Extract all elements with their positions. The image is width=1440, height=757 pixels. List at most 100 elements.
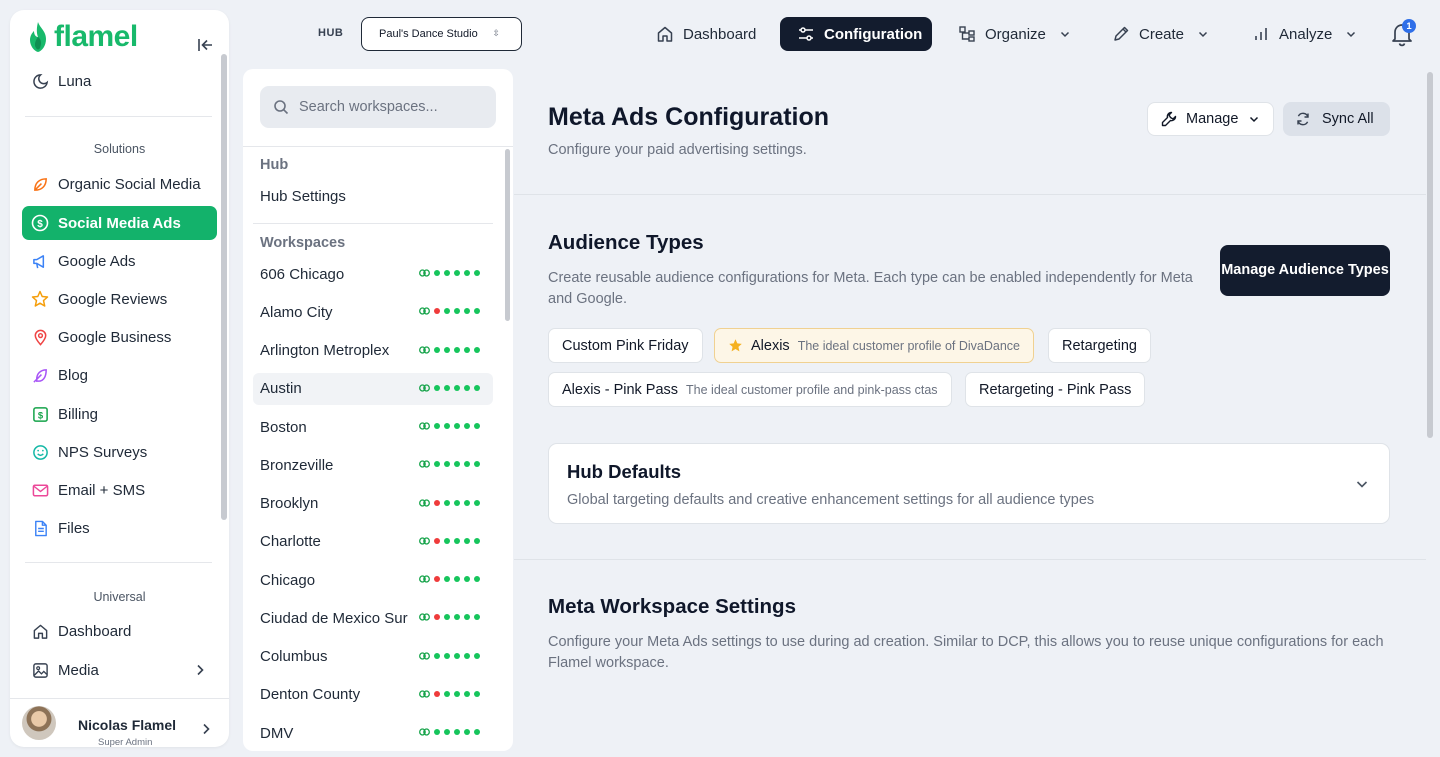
- link-icon: [419, 537, 430, 545]
- sidebar-item-email-sms[interactable]: Email + SMS: [22, 473, 217, 507]
- status-dot: [474, 270, 480, 276]
- nav-dashboard[interactable]: Dashboard: [644, 17, 768, 51]
- page-subtitle: Configure your paid advertising settings…: [548, 142, 807, 158]
- sidebar-item-google-business[interactable]: Google Business: [22, 320, 217, 354]
- status-dot: [444, 308, 450, 315]
- status-dot: [454, 308, 460, 315]
- user-profile[interactable]: Nicolas Flamel Super Admin: [10, 698, 229, 747]
- chip-label: Alexis - Pink Pass: [562, 381, 679, 398]
- status-dot: [464, 690, 470, 697]
- link-icon: [419, 460, 430, 468]
- hub-settings-link[interactable]: Hub Settings: [260, 188, 346, 205]
- sidebar-item-organic-social-media[interactable]: Organic Social Media: [22, 167, 217, 201]
- workspace-search-input[interactable]: [299, 99, 489, 115]
- workspace-row[interactable]: Charlotte: [253, 526, 493, 558]
- status-dot: [444, 537, 450, 544]
- sidebar-item-files[interactable]: Files: [22, 511, 217, 545]
- hub-defaults-card[interactable]: Hub Defaults Global targeting defaults a…: [548, 443, 1390, 524]
- page-title: Meta Ads Configuration: [548, 103, 830, 131]
- workspace-row[interactable]: Bronzeville: [253, 449, 493, 481]
- status-dot: [474, 461, 480, 468]
- sidebar-item-label: Google Reviews: [58, 290, 168, 308]
- leaf-icon: [31, 175, 49, 193]
- manage-label: Manage: [1186, 111, 1239, 127]
- sidebar-scrollbar[interactable]: [221, 54, 227, 520]
- workspace-row[interactable]: Columbus: [253, 641, 493, 673]
- audience-chip-retargeting-pink-pass[interactable]: Retargeting - Pink Pass: [965, 372, 1146, 407]
- sidebar-item-dashboard[interactable]: Dashboard: [22, 614, 217, 648]
- file-icon: [31, 519, 49, 537]
- nav-analyze[interactable]: Analyze: [1240, 17, 1370, 51]
- manage-audience-types-button[interactable]: Manage Audience Types: [1220, 245, 1390, 296]
- link-icon: [419, 651, 430, 660]
- hub-section-header: Hub: [260, 157, 289, 173]
- status-dot: [474, 423, 480, 429]
- collapse-sidebar-icon[interactable]: [196, 36, 214, 54]
- workspace-row[interactable]: Brooklyn: [253, 488, 493, 520]
- link-icon: [419, 498, 430, 507]
- image-icon: [31, 661, 49, 679]
- sync-all-button[interactable]: Sync All: [1283, 102, 1390, 136]
- status-dot: [444, 652, 450, 659]
- status-dot: [464, 308, 470, 315]
- status-dot: [474, 499, 480, 506]
- sidebar-item-google-ads[interactable]: Google Ads: [22, 244, 217, 278]
- workspace-row[interactable]: Boston: [253, 411, 493, 443]
- workspace-name: Brooklyn: [260, 495, 319, 512]
- workspace-name: Austin: [260, 380, 302, 398]
- nav-organize[interactable]: Organize: [946, 17, 1084, 51]
- workspace-row[interactable]: Alamo City: [253, 296, 493, 328]
- divider: [514, 559, 1426, 560]
- nav-label: Create: [1139, 25, 1185, 43]
- workspace-row[interactable]: Ciudad de Mexico Sur: [253, 602, 493, 634]
- sidebar-item-nps-surveys[interactable]: NPS Surveys: [22, 435, 217, 469]
- hub-select[interactable]: Paul's Dance Studio ⇳: [361, 17, 522, 51]
- nav-create[interactable]: Create: [1100, 17, 1222, 51]
- hub-defaults-title: Hub Defaults: [567, 461, 682, 482]
- sidebar-item-blog[interactable]: Blog: [22, 358, 217, 392]
- sidebar-item-billing[interactable]: $ Billing: [22, 397, 217, 431]
- audience-chip-alexis-pink-pass[interactable]: Alexis - Pink Pass The ideal customer pr…: [548, 372, 952, 407]
- audience-types-description: Create reusable audience configurations …: [548, 270, 1193, 307]
- workspace-row[interactable]: Denton County: [253, 679, 493, 711]
- audience-chip-retargeting[interactable]: Retargeting: [1048, 328, 1151, 363]
- app-logo[interactable]: flamel: [26, 20, 138, 54]
- status-dot: [434, 537, 440, 544]
- status-dot: [464, 576, 470, 582]
- workspace-status: [419, 498, 480, 507]
- status-dot: [434, 384, 440, 391]
- audience-chip-alexis[interactable]: Alexis The ideal customer profile of Div…: [714, 328, 1035, 363]
- main-scrollbar[interactable]: [1427, 72, 1433, 438]
- status-dot: [434, 690, 440, 697]
- nav-configuration[interactable]: Configuration: [780, 17, 932, 51]
- section-label-universal: Universal: [93, 590, 146, 604]
- link-icon: [419, 422, 430, 430]
- svg-text:$: $: [37, 219, 43, 230]
- workspace-search[interactable]: [260, 86, 496, 128]
- workspace-status: [419, 345, 480, 354]
- sidebar-divider: [25, 562, 212, 563]
- sidebar-item-label: Files: [58, 519, 90, 537]
- sidebar-item-label: Dashboard: [58, 622, 132, 640]
- hub-defaults-description: Global targeting defaults and creative e…: [567, 492, 1095, 508]
- status-dot: [464, 461, 470, 468]
- sidebar-item-media[interactable]: Media: [22, 653, 217, 687]
- workspace-row[interactable]: DMV: [253, 717, 493, 749]
- workspace-status: [419, 422, 480, 430]
- workspace-row[interactable]: Arlington Metroplex: [253, 335, 493, 367]
- avatar: [22, 706, 56, 740]
- search-icon: [274, 100, 289, 115]
- status-dot: [434, 423, 440, 429]
- audience-chip-custom-pink-friday[interactable]: Custom Pink Friday: [548, 328, 703, 363]
- status-dot: [434, 346, 440, 353]
- workspace-row[interactable]: Chicago: [253, 564, 493, 596]
- workspace-scrollbar[interactable]: [505, 149, 510, 321]
- sidebar-item-social-media-ads[interactable]: $ Social Media Ads: [22, 206, 217, 240]
- sidebar-item-google-reviews[interactable]: Google Reviews: [22, 282, 217, 316]
- manage-button[interactable]: Manage: [1147, 102, 1274, 136]
- hub-label: HUB: [318, 27, 344, 39]
- sidebar-item-luna[interactable]: Luna: [22, 64, 217, 98]
- workspace-row[interactable]: 606 Chicago: [253, 258, 493, 290]
- chip-label: Retargeting: [1062, 337, 1137, 354]
- workspace-row[interactable]: Austin: [253, 372, 493, 405]
